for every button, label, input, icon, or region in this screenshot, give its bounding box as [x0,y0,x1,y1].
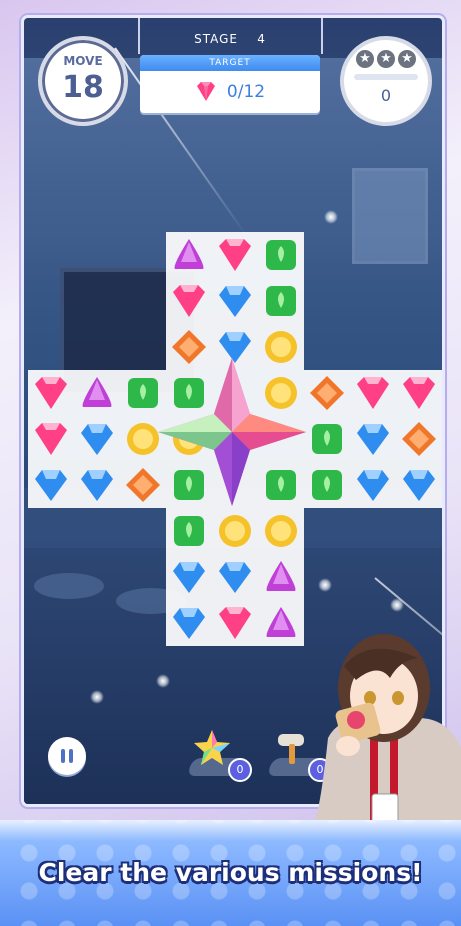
purple-gem-icon [174,239,204,269]
stars-row: ★ ★ ★ [356,50,416,68]
board-cell[interactable] [258,600,304,646]
board-cell[interactable] [212,600,258,646]
board-cell[interactable] [28,462,74,508]
sparkle [324,210,338,224]
pink-gem-icon [35,423,67,455]
blue-gem-icon [219,562,251,593]
target-progress: 0/12 [226,82,266,102]
blue-gem-icon [173,562,205,593]
moves-value: 18 [62,70,104,105]
pink-gem-icon [357,377,389,409]
green-gem-icon [266,286,296,316]
rainbow-star-icon [194,730,230,765]
moves-label: MOVE [63,54,103,68]
pause-button[interactable] [48,737,86,775]
moves-counter: MOVE 18 [38,36,128,126]
blue-gem-icon [403,470,435,501]
green-gem-icon [174,516,204,546]
target-label: TARGET [140,55,320,71]
sparkle [390,598,404,612]
board-cell[interactable] [74,416,120,462]
board-cell[interactable] [304,462,350,508]
purple-gem-icon [82,377,112,407]
green-gem-icon [312,424,342,454]
sparkle [318,578,332,592]
board-cell[interactable] [212,554,258,600]
pink-gem-icon [403,377,435,409]
green-gem-icon [128,378,158,408]
star-icon: ★ [398,50,416,68]
stage-indicator: STAGE 4 [140,22,320,58]
board-cell[interactable] [258,508,304,554]
yellow-gem-icon [265,515,297,547]
green-gem-icon [266,240,296,270]
special-star-gem[interactable] [158,358,306,506]
stage-label: STAGE [194,32,238,46]
board-cell[interactable] [74,462,120,508]
anime-girl-character [308,634,461,833]
pink-gem-icon [219,607,251,639]
yellow-gem-icon [219,515,251,547]
board-cell[interactable] [212,508,258,554]
board-cell[interactable] [396,370,442,416]
blue-gem-icon [219,286,251,317]
orange-gem-icon [310,376,344,410]
board-cell[interactable] [350,370,396,416]
board-cell[interactable] [396,416,442,462]
star-icon: ★ [377,50,395,68]
board-cell[interactable] [28,416,74,462]
sparkle [90,690,104,704]
board-cell[interactable] [258,278,304,324]
blue-gem-icon [35,470,67,501]
pink-gem-icon [219,239,251,271]
board-cell[interactable] [350,416,396,462]
booster-count-badge: 0 [228,758,252,782]
board-cell[interactable] [396,462,442,508]
background-stool [34,573,104,599]
purple-gem-icon [266,561,296,591]
orange-gem-icon [402,422,436,456]
score-value: 0 [380,86,392,105]
board-cell[interactable] [166,278,212,324]
app-frame: MOVE 18 STAGE 4 TARGET 0/12 ★ ★ ★ 0 0 0 … [0,0,461,926]
board-cell[interactable] [166,554,212,600]
blue-gem-icon [81,424,113,455]
board-cell[interactable] [166,232,212,278]
yellow-gem-icon [127,423,159,455]
background-window [352,168,428,264]
board-cell[interactable] [166,600,212,646]
board-cell[interactable] [166,508,212,554]
blue-gem-icon [81,470,113,501]
promo-caption: Clear the various missions! [38,858,423,887]
pink-gem-icon [196,82,215,101]
banner-string [321,18,323,54]
pink-gem-icon [173,285,205,317]
blue-gem-icon [357,470,389,501]
board-cell[interactable] [258,554,304,600]
board-cell[interactable] [212,232,258,278]
pink-gem-icon [35,377,67,409]
board-cell[interactable] [74,370,120,416]
board-cell[interactable] [304,370,350,416]
board-cell[interactable] [258,232,304,278]
blue-gem-icon [357,424,389,455]
purple-gem-icon [266,607,296,637]
board-cell[interactable] [28,370,74,416]
orange-gem-icon [126,468,160,502]
blue-gem-icon [173,608,205,639]
stage-number: 4 [257,32,266,46]
score-progress-bar [354,74,418,80]
green-gem-icon [312,470,342,500]
score-panel: ★ ★ ★ 0 [340,36,432,126]
target-panel: TARGET 0/12 [140,55,320,113]
board-cell[interactable] [350,462,396,508]
board-cell[interactable] [304,416,350,462]
sparkle [156,674,170,688]
board-cell[interactable] [212,278,258,324]
star-icon: ★ [356,50,374,68]
booster-rainbow-star[interactable]: 0 [186,728,252,782]
hammer-icon [278,734,304,764]
